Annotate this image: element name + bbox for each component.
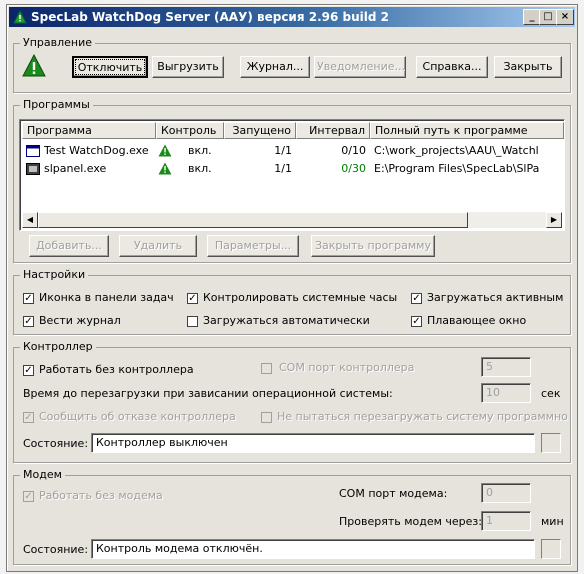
- column-control[interactable]: Контроль: [156, 122, 224, 139]
- modem-com-port-field[interactable]: 0: [481, 483, 531, 503]
- watchdog-window: SpecLab WatchDog Server (AAУ) версия 2.9…: [6, 4, 578, 572]
- programs-group-label: Программы: [20, 98, 93, 111]
- reboot-time-unit: сек: [541, 387, 561, 400]
- report-failure-checkbox[interactable]: ✓: [23, 412, 34, 423]
- controller-com-port-label: СОМ порт контроллера: [279, 361, 415, 374]
- control-status-icon: [158, 144, 172, 157]
- app-triangle-icon: [13, 10, 27, 24]
- settings-group-label: Настройки: [20, 268, 89, 281]
- close-program-button[interactable]: Закрыть программу: [311, 235, 435, 257]
- program-started: 1/1: [274, 162, 292, 175]
- program-name: slpanel.exe: [44, 162, 107, 175]
- disable-button[interactable]: Отключить: [72, 56, 148, 78]
- modem-check-label: Проверять модем через:: [339, 515, 482, 528]
- modem-group-label: Модем: [20, 468, 65, 481]
- column-interval[interactable]: Интервал: [296, 122, 370, 139]
- monitor-clock-label: Контролировать системные часы: [203, 291, 398, 304]
- disable-button-label: Отключить: [77, 61, 143, 74]
- delete-program-button[interactable]: Удалить: [119, 235, 197, 257]
- modem-check-field[interactable]: 1: [481, 511, 531, 531]
- close-window-button[interactable]: ×: [556, 9, 574, 25]
- autoload-checkbox[interactable]: [187, 316, 198, 327]
- controller-state-indicator: [541, 433, 561, 453]
- work-without-modem-label: Работать без модема: [39, 489, 163, 502]
- table-row[interactable]: Test WatchDog.exe вкл. 1/1 0/10 C:\work_…: [22, 142, 562, 160]
- controller-state-field: Контроллер выключен: [91, 433, 535, 453]
- horizontal-scrollbar[interactable]: ◀ ▶: [22, 212, 562, 228]
- modem-state-indicator: [541, 539, 561, 559]
- notification-button[interactable]: Уведомление...: [314, 56, 406, 78]
- title-bar[interactable]: SpecLab WatchDog Server (AAУ) версия 2.9…: [9, 7, 575, 27]
- log-button[interactable]: Журнал...: [240, 56, 310, 78]
- keep-log-label: Вести журнал: [39, 314, 121, 327]
- window-title: SpecLab WatchDog Server (AAУ) версия 2.9…: [31, 10, 389, 24]
- status-warning-icon: [22, 54, 46, 77]
- no-reboot-label: Не пытаться перезагружать систему програ…: [277, 410, 568, 423]
- program-started: 1/1: [274, 144, 292, 157]
- scroll-thumb[interactable]: [38, 212, 468, 228]
- report-failure-label: Сообщить об отказе контроллера: [39, 410, 236, 423]
- controller-com-port-checkbox[interactable]: [261, 363, 272, 374]
- table-row[interactable]: slpanel.exe вкл. 1/1 0/30 E:\Program Fil…: [22, 160, 562, 178]
- program-path: E:\Program Files\SpecLab\SlPa: [374, 162, 540, 175]
- column-started[interactable]: Запущено: [224, 122, 296, 139]
- no-reboot-checkbox[interactable]: [261, 412, 272, 423]
- work-without-controller-checkbox[interactable]: ✓: [23, 365, 34, 376]
- control-status-icon: [158, 162, 172, 175]
- programs-list[interactable]: Программа Контроль Запущено Интервал Пол…: [19, 119, 565, 231]
- reboot-time-label: Время до перезагрузки при зависании опер…: [23, 387, 393, 400]
- work-without-controller-label: Работать без контроллера: [39, 363, 194, 376]
- params-button[interactable]: Параметры...: [207, 235, 299, 257]
- control-group: Управление Отключить Выгрузить Журнал...…: [13, 36, 571, 93]
- load-active-checkbox[interactable]: ✓: [411, 293, 422, 304]
- reboot-time-field[interactable]: 10: [481, 383, 531, 403]
- program-app-icon: [26, 163, 40, 175]
- program-control: вкл.: [188, 162, 212, 175]
- floating-window-checkbox[interactable]: ✓: [411, 316, 422, 327]
- modem-state-field: Контроль модема отключён.: [91, 539, 535, 559]
- work-without-modem-checkbox[interactable]: ✓: [23, 491, 34, 502]
- unload-button[interactable]: Выгрузить: [152, 56, 224, 78]
- help-button[interactable]: Справка...: [416, 56, 488, 78]
- program-name: Test WatchDog.exe: [44, 144, 149, 157]
- program-interval: 0/10: [341, 144, 366, 157]
- modem-com-port-label: СОМ порт модема:: [339, 487, 448, 500]
- tray-icon-label: Иконка в панели задач: [39, 291, 174, 304]
- program-control: вкл.: [188, 144, 212, 157]
- program-interval: 0/30: [341, 162, 366, 175]
- tray-icon-checkbox[interactable]: ✓: [23, 293, 34, 304]
- program-path: C:\work_projects\AAU\_Watchl: [374, 144, 539, 157]
- close-button[interactable]: Закрыть: [494, 56, 562, 78]
- controller-group-label: Контроллер: [20, 340, 96, 353]
- keep-log-checkbox[interactable]: ✓: [23, 316, 34, 327]
- load-active-label: Загружаться активным: [427, 291, 564, 304]
- scroll-left-icon[interactable]: ◀: [22, 212, 38, 228]
- modem-state-label: Состояние:: [23, 543, 89, 556]
- autoload-label: Загружаться автоматически: [203, 314, 370, 327]
- maximize-button[interactable]: □: [539, 9, 557, 25]
- monitor-clock-checkbox[interactable]: ✓: [187, 293, 198, 304]
- scroll-right-icon[interactable]: ▶: [546, 212, 562, 228]
- floating-window-label: Плавающее окно: [427, 314, 527, 327]
- column-program[interactable]: Программа: [22, 122, 156, 139]
- column-path[interactable]: Полный путь к программе: [370, 122, 564, 139]
- controller-state-label: Состояние:: [23, 437, 89, 450]
- control-group-label: Управление: [20, 36, 96, 49]
- modem-check-unit: мин: [541, 515, 564, 528]
- programs-list-header: Программа Контроль Запущено Интервал Пол…: [22, 122, 564, 140]
- program-window-icon: [26, 145, 40, 157]
- controller-com-port-field[interactable]: 5: [481, 357, 531, 377]
- add-program-button[interactable]: Добавить...: [29, 235, 109, 257]
